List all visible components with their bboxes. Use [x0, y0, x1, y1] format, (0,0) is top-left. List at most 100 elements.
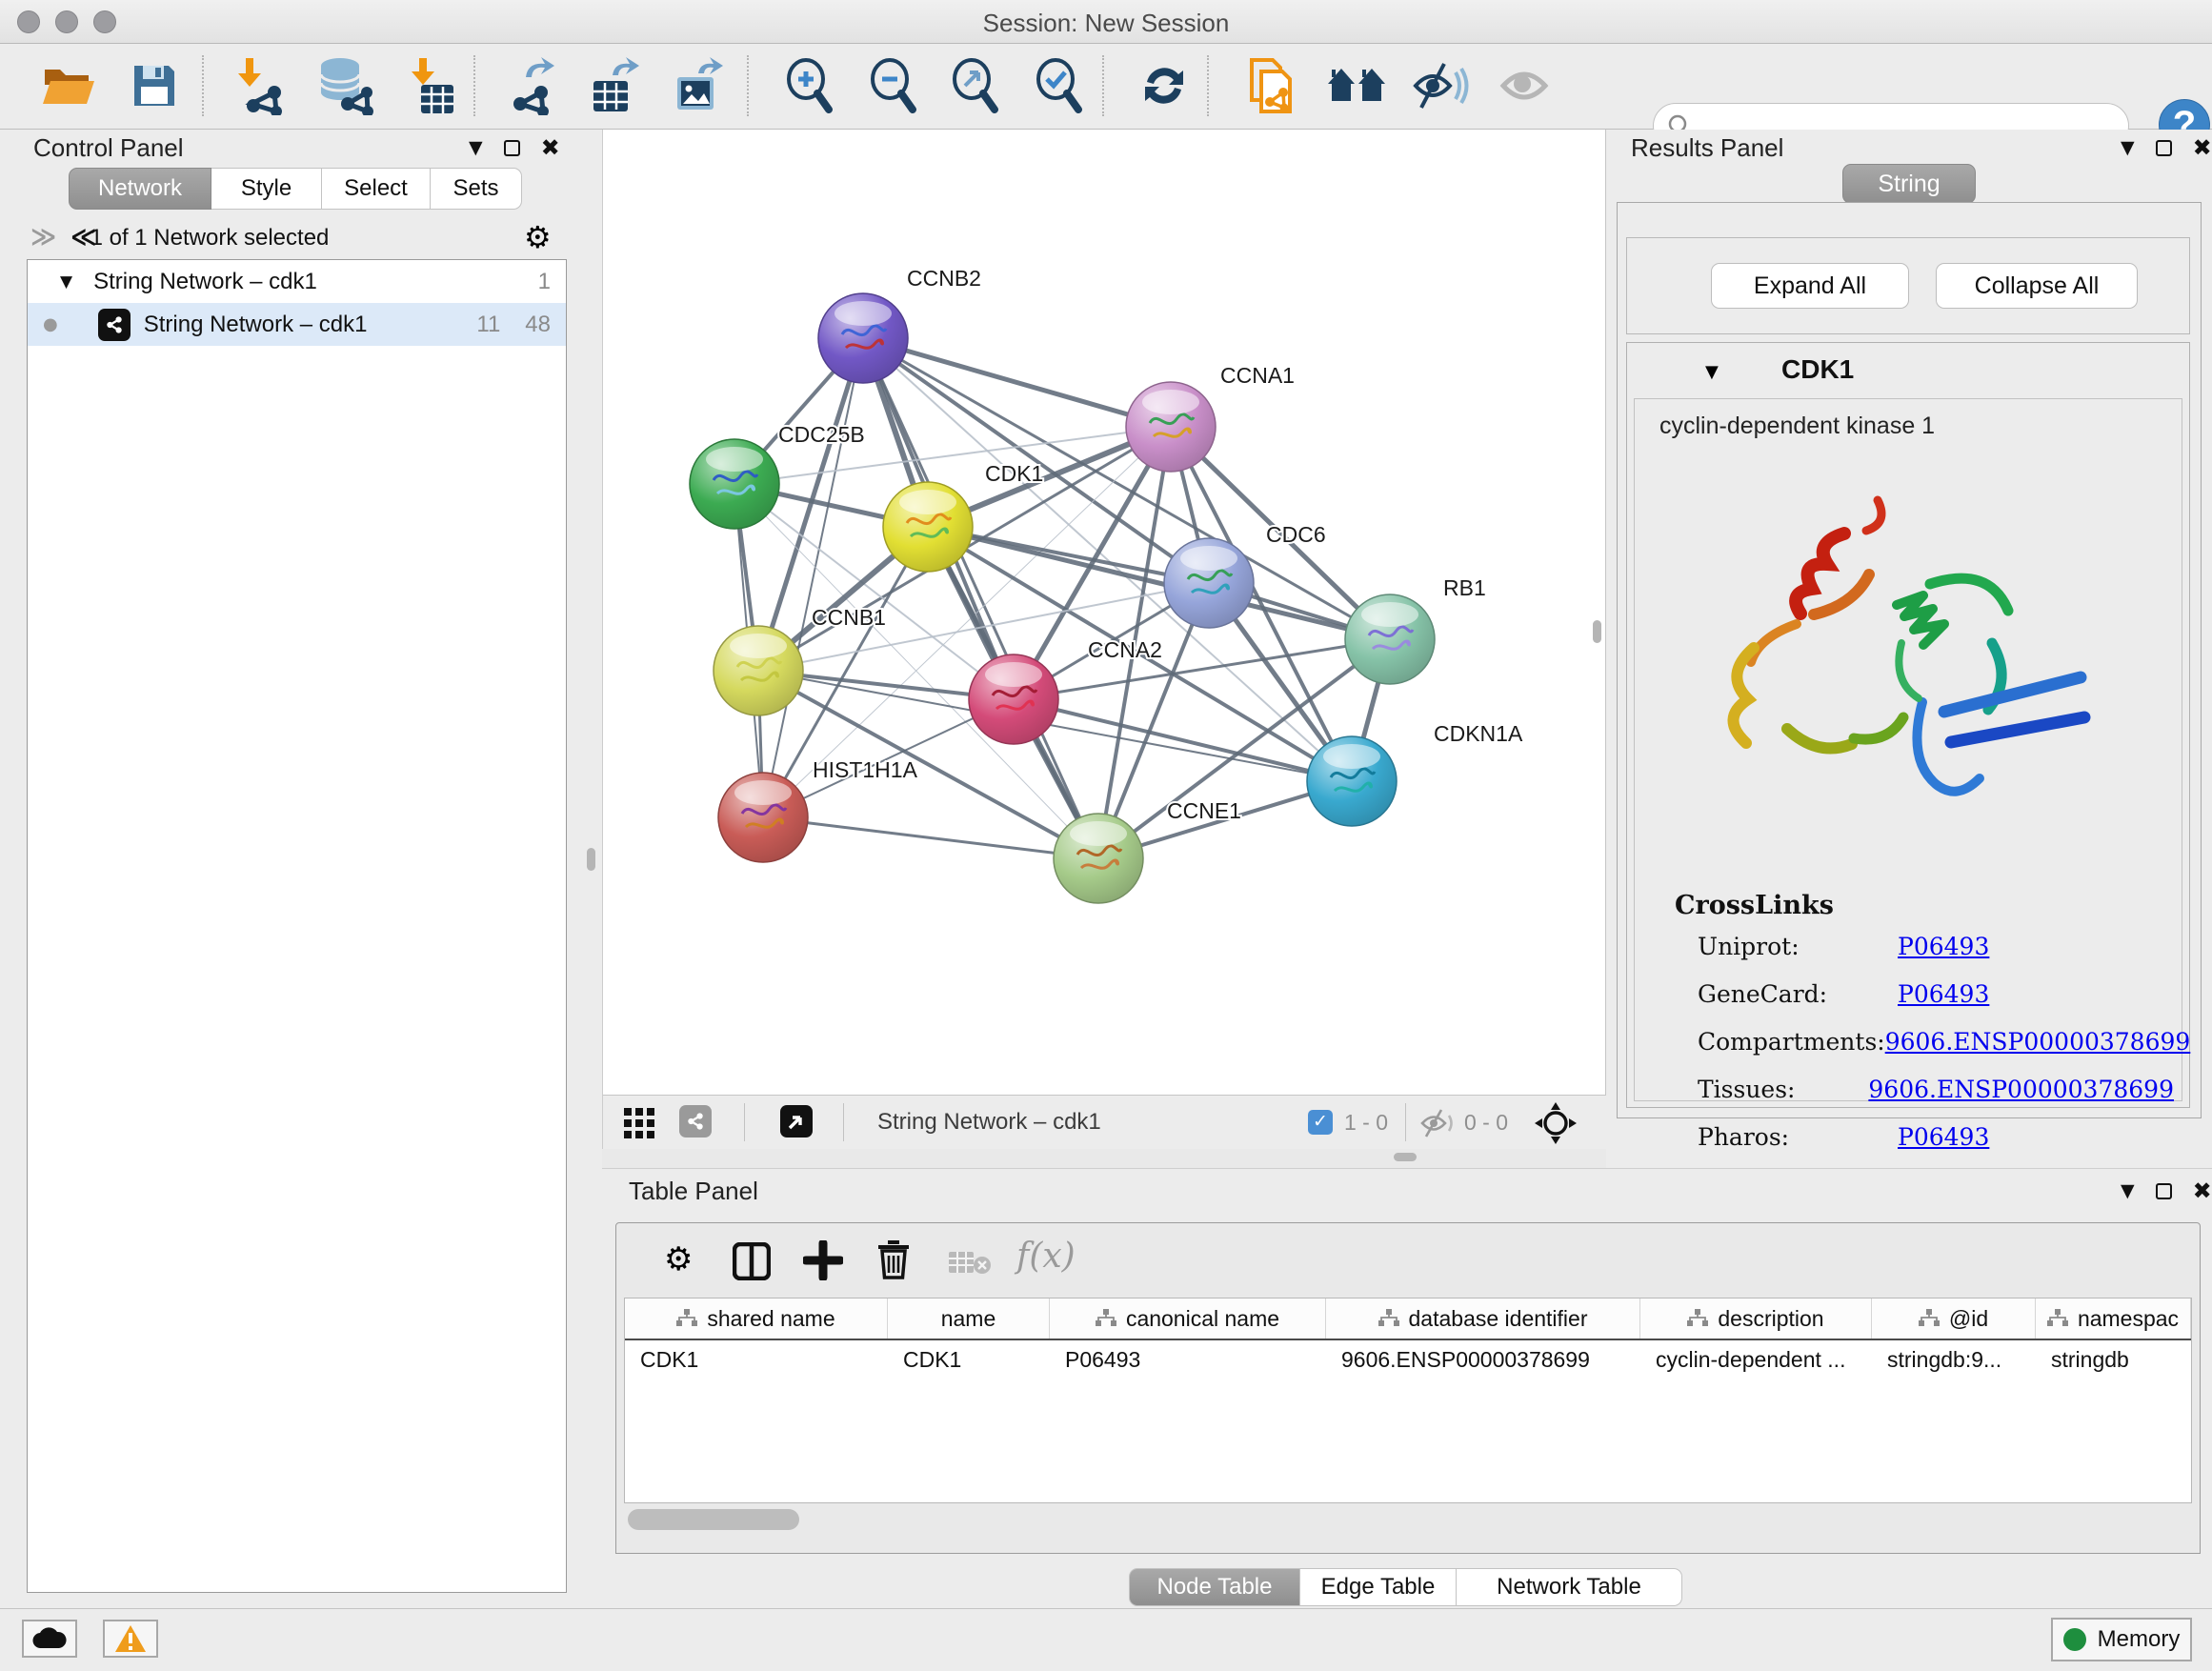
create-column-plus-icon[interactable]	[803, 1240, 843, 1280]
birds-eye-view-icon[interactable]	[780, 1105, 813, 1137]
hide-selected-button[interactable]	[1406, 51, 1475, 120]
control-panel-menu-button[interactable]: ▼	[469, 137, 483, 158]
results-panel-close-button[interactable]: ✖	[2193, 134, 2212, 161]
copy-network-button[interactable]	[1237, 51, 1305, 120]
selected-checkbox-icon[interactable]: ✓	[1308, 1110, 1333, 1135]
network-node-hist1h1a[interactable]	[718, 773, 808, 862]
tab-network-table[interactable]: Network Table	[1457, 1568, 1682, 1606]
table-cell[interactable]: cyclin-dependent ...	[1640, 1340, 1872, 1379]
table-horizontal-scrollbar[interactable]	[628, 1509, 799, 1530]
panel-splitter-handle[interactable]	[1593, 620, 1601, 643]
network-node-ccna2[interactable]	[969, 654, 1058, 744]
import-network-database-button[interactable]	[311, 51, 379, 120]
network-node-cdk1[interactable]	[883, 482, 973, 572]
network-tree: ▼ String Network – cdk1 1 ● String Netwo…	[27, 259, 567, 1593]
import-table-file-button[interactable]	[396, 51, 465, 120]
crosslink-link[interactable]: P06493	[1898, 1123, 1989, 1151]
tab-node-table[interactable]: Node Table	[1129, 1568, 1300, 1606]
network-edge[interactable]	[763, 817, 1098, 858]
panel-splitter-handle[interactable]	[1394, 1153, 1417, 1161]
export-table-button[interactable]	[581, 51, 650, 120]
collection-expand-triangle-icon[interactable]: ▼	[60, 272, 72, 292]
network-node-cdc6[interactable]	[1164, 538, 1254, 628]
tab-style[interactable]: Style	[211, 168, 322, 210]
memory-button[interactable]: Memory	[2051, 1618, 2192, 1661]
table-row[interactable]: CDK1CDK1P064939606.ENSP00000378699cyclin…	[625, 1340, 2191, 1379]
zoom-selected-button[interactable]	[1025, 51, 1094, 120]
network-options-gear-icon[interactable]: ⚙	[524, 219, 552, 255]
column-header-shared-name[interactable]: shared name	[625, 1299, 888, 1339]
cloud-status-button[interactable]	[22, 1620, 77, 1658]
collection-count: 1	[538, 269, 551, 295]
network-node-rb1[interactable]	[1345, 594, 1435, 684]
node-label-hist1h1a: HIST1H1A	[813, 757, 918, 782]
save-session-button[interactable]	[120, 51, 189, 120]
first-neighbors-button[interactable]	[1322, 51, 1391, 120]
table-cell[interactable]: 9606.ENSP00000378699	[1326, 1340, 1640, 1379]
tab-string[interactable]: String	[1842, 164, 1976, 204]
grid-view-icon[interactable]	[624, 1108, 656, 1140]
save-floppy-icon	[131, 62, 178, 110]
table-cell[interactable]: P06493	[1050, 1340, 1326, 1379]
table-cell[interactable]: CDK1	[625, 1340, 888, 1379]
column-header-namespac[interactable]: namespac	[2036, 1299, 2191, 1339]
table-cell[interactable]: CDK1	[888, 1340, 1050, 1379]
control-panel-close-button[interactable]: ✖	[541, 134, 560, 161]
column-header-name[interactable]: name	[888, 1299, 1050, 1339]
tab-edge-table[interactable]: Edge Table	[1300, 1568, 1457, 1606]
column-header-description[interactable]: description	[1640, 1299, 1872, 1339]
tab-select[interactable]: Select	[322, 168, 431, 210]
zoom-fit-button[interactable]	[941, 51, 1010, 120]
expand-all-button[interactable]: Expand All	[1711, 263, 1909, 309]
network-view-icon[interactable]	[679, 1105, 712, 1137]
zoom-in-button[interactable]	[775, 51, 844, 120]
zoom-out-button[interactable]	[859, 51, 928, 120]
table-panel-menu-button[interactable]: ▼	[2121, 1180, 2135, 1201]
results-panel-menu-button[interactable]: ▼	[2121, 137, 2135, 158]
panel-splitter-handle[interactable]	[587, 848, 595, 871]
network-canvas[interactable]: CCNB2CCNA1CDC25BCDK1CDC6RB1CCNB1CCNA2CDK…	[603, 130, 1607, 1095]
entry-collapse-triangle-icon[interactable]: ▼	[1705, 362, 1719, 382]
crosslink-link[interactable]: P06493	[1898, 980, 1989, 1008]
show-all-button[interactable]	[1492, 51, 1560, 120]
network-node-ccna1[interactable]	[1126, 382, 1216, 472]
export-image-button[interactable]	[665, 51, 734, 120]
tab-network[interactable]: Network	[69, 168, 211, 210]
refresh-button[interactable]	[1130, 51, 1198, 120]
network-node-ccne1[interactable]	[1054, 814, 1143, 903]
network-edge[interactable]	[863, 338, 1171, 427]
table-options-gear-icon[interactable]: ⚙	[664, 1240, 693, 1278]
results-panel-float-button[interactable]	[2156, 140, 2172, 156]
crosshair-icon[interactable]	[1535, 1102, 1577, 1144]
open-session-button[interactable]	[34, 51, 103, 120]
import-network-file-button[interactable]	[227, 51, 295, 120]
control-panel-float-button[interactable]	[504, 140, 520, 156]
table-panel-float-button[interactable]	[2156, 1183, 2172, 1199]
tab-sets[interactable]: Sets	[431, 168, 522, 210]
network-collection-row[interactable]: ▼ String Network – cdk1 1	[28, 260, 566, 303]
delete-column-trash-icon[interactable]	[875, 1238, 912, 1280]
column-header-canonical-name[interactable]: canonical name	[1050, 1299, 1326, 1339]
zoom-out-icon	[867, 58, 920, 113]
crosslink-link[interactable]: P06493	[1898, 933, 1989, 960]
network-row[interactable]: ● String Network – cdk1 11 48	[28, 303, 566, 346]
column-header--id[interactable]: @id	[1872, 1299, 2036, 1339]
network-node-ccnb2[interactable]	[818, 293, 908, 383]
crosslink-link[interactable]: 9606.ENSP00000378699	[1885, 1028, 2191, 1056]
crosslink-link[interactable]: 9606.ENSP00000378699	[1868, 1076, 2174, 1103]
network-node-cdkn1a[interactable]	[1307, 736, 1397, 826]
network-edge[interactable]	[763, 338, 863, 817]
network-node-cdc25b[interactable]	[690, 439, 779, 529]
warning-status-button[interactable]	[103, 1620, 158, 1658]
export-network-button[interactable]	[499, 51, 568, 120]
crosslink-label: Compartments:	[1698, 1028, 1885, 1056]
table-cell[interactable]: stringdb:9...	[1872, 1340, 2036, 1379]
network-node-ccnb1[interactable]	[714, 626, 803, 715]
table-panel-close-button[interactable]: ✖	[2193, 1178, 2212, 1204]
column-header-database-identifier[interactable]: database identifier	[1326, 1299, 1640, 1339]
open-folder-icon	[41, 62, 96, 110]
show-columns-icon[interactable]	[733, 1242, 771, 1280]
collapse-all-button[interactable]: Collapse All	[1936, 263, 2138, 309]
column-type-icon	[1687, 1309, 1708, 1328]
table-cell[interactable]: stringdb	[2036, 1340, 2191, 1379]
